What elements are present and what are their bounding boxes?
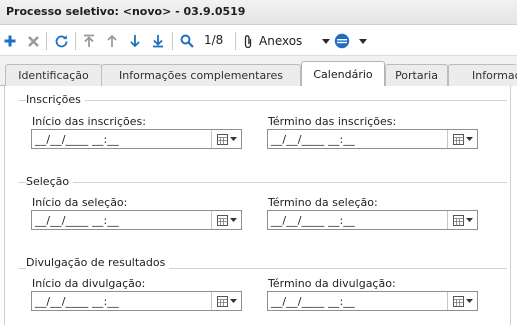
calendar-picker-button[interactable] — [211, 130, 241, 148]
view-mode-icon — [334, 33, 350, 49]
inicio-divulgacao-field[interactable]: __/__/____ __:__ — [31, 291, 242, 311]
calendar-panel: Inscrições Início das inscrições: __/__/… — [0, 86, 517, 325]
calendar-picker-button[interactable] — [447, 292, 477, 310]
calendar-icon — [452, 133, 464, 145]
record-pager: 1/8 — [204, 33, 224, 47]
chevron-down-icon — [229, 299, 237, 303]
calendar-icon — [216, 133, 228, 145]
calendar-picker-button[interactable] — [211, 211, 241, 229]
calendar-icon — [216, 295, 228, 307]
chevron-down-icon — [322, 38, 331, 44]
field-label-termino-inscricoes: Término das inscrições: — [268, 115, 397, 128]
termino-divulgacao-field[interactable]: __/__/____ __:__ — [267, 291, 478, 311]
calendar-icon — [452, 214, 464, 226]
chevron-down-icon — [465, 299, 473, 303]
tab-identificacao[interactable]: Identificação — [5, 64, 102, 86]
chevron-down-icon — [229, 218, 237, 222]
chevron-down-icon — [359, 38, 367, 44]
panel-border — [4, 86, 5, 325]
section-divider — [18, 182, 507, 183]
section-title-divulgacao: Divulgação de resultados — [26, 256, 170, 269]
toolbar-separator — [172, 32, 173, 50]
field-label-inicio-inscricoes: Início das inscrições: — [32, 115, 146, 128]
termino-selecao-value: __/__/____ __:__ — [271, 214, 355, 227]
inicio-inscricoes-value: __/__/____ __:__ — [35, 133, 119, 146]
close-icon[interactable] — [25, 31, 41, 51]
section-divider — [18, 100, 507, 101]
refresh-icon[interactable] — [52, 31, 70, 51]
tab-informacoes[interactable]: Informaçõ — [448, 64, 517, 86]
panel-border — [510, 86, 511, 325]
calendar-picker-button[interactable] — [211, 292, 241, 310]
toolbar-separator — [75, 32, 76, 50]
calendar-picker-button[interactable] — [447, 211, 477, 229]
arrow-down-icon[interactable] — [127, 31, 143, 51]
window-title: Processo seletivo: <novo> - 03.9.0519 — [0, 0, 517, 25]
calendar-picker-button[interactable] — [447, 130, 477, 148]
view-mode-button[interactable] — [334, 31, 376, 51]
paperclip-icon — [243, 34, 253, 49]
tab-portaria[interactable]: Portaria — [385, 64, 448, 86]
inicio-inscricoes-field[interactable]: __/__/____ __:__ — [31, 129, 242, 149]
field-label-inicio-divulgacao: Início da divulgação: — [32, 277, 146, 290]
termino-inscricoes-value: __/__/____ __:__ — [271, 133, 355, 146]
search-icon[interactable] — [178, 31, 196, 51]
chevron-down-icon — [465, 137, 473, 141]
calendar-icon — [452, 295, 464, 307]
termino-divulgacao-value: __/__/____ __:__ — [271, 295, 355, 308]
inicio-divulgacao-value: __/__/____ __:__ — [35, 295, 119, 308]
inicio-selecao-field[interactable]: __/__/____ __:__ — [31, 210, 242, 230]
field-label-termino-divulgacao: Término da divulgação: — [268, 277, 396, 290]
arrow-first-icon[interactable] — [81, 31, 97, 51]
section-title-selecao: Seleção — [26, 175, 74, 188]
chevron-down-icon — [465, 218, 473, 222]
field-label-inicio-selecao: Início da seleção: — [32, 196, 128, 209]
chevron-down-icon — [229, 137, 237, 141]
anexos-button[interactable]: Anexos — [243, 31, 333, 51]
plus-icon[interactable] — [2, 31, 18, 51]
field-label-termino-selecao: Término da seleção: — [268, 196, 378, 209]
arrow-up-icon[interactable] — [104, 31, 120, 51]
arrow-last-icon[interactable] — [150, 31, 166, 51]
calendar-icon — [216, 214, 228, 226]
toolbar: 1/8 Anexos — [0, 26, 517, 56]
termino-selecao-field[interactable]: __/__/____ __:__ — [267, 210, 478, 230]
inicio-selecao-value: __/__/____ __:__ — [35, 214, 119, 227]
tab-strip: Identificação Informações complementares… — [0, 56, 517, 87]
anexos-label: Anexos — [259, 34, 303, 48]
section-title-inscricoes: Inscrições — [26, 93, 85, 106]
tab-calendario[interactable]: Calendário — [301, 61, 385, 87]
toolbar-separator — [235, 32, 236, 50]
toolbar-separator — [46, 32, 47, 50]
termino-inscricoes-field[interactable]: __/__/____ __:__ — [267, 129, 478, 149]
tab-informacoes-complementares[interactable]: Informações complementares — [101, 64, 301, 86]
